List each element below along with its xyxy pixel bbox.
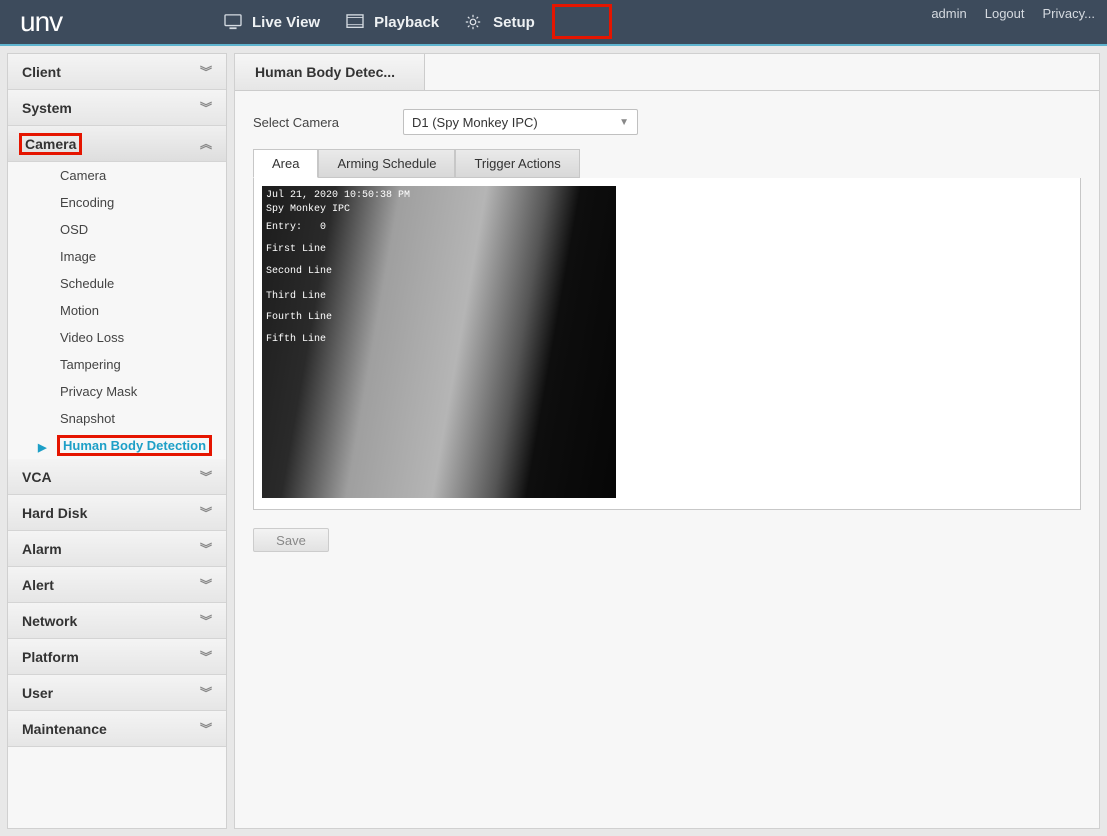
- logo: unv: [0, 6, 200, 38]
- triangle-right-icon: ▶: [38, 441, 46, 454]
- main-nav: Live View Playback Setup: [220, 12, 539, 33]
- main-panel: Human Body Detec... Select Camera D1 (Sp…: [234, 53, 1100, 829]
- sidebar-item-label: Network: [22, 613, 77, 629]
- chevron-down-icon: ︾: [200, 684, 212, 701]
- tab-content-area: Jul 21, 2020 10:50:38 PM Spy Monkey IPC …: [253, 178, 1081, 510]
- gear-icon: [465, 14, 483, 30]
- select-camera-value: D1 (Spy Monkey IPC): [412, 115, 538, 130]
- page-tabs: Human Body Detec...: [235, 54, 1099, 91]
- sidebar-item-alert[interactable]: Alert ︾: [8, 567, 226, 603]
- sub-tampering[interactable]: Tampering: [8, 351, 226, 378]
- link-privacy[interactable]: Privacy...: [1043, 6, 1096, 21]
- page-tab-hbd[interactable]: Human Body Detec...: [235, 54, 425, 90]
- chevron-down-icon: ▼: [619, 117, 629, 128]
- chevron-down-icon: ︾: [200, 576, 212, 593]
- sub-camera[interactable]: Camera: [8, 162, 226, 189]
- sidebar-item-label: Alert: [22, 577, 54, 593]
- chevron-down-icon: ︾: [200, 63, 212, 80]
- sidebar-item-label: Camera: [25, 136, 76, 152]
- chevron-up-icon: ︽: [200, 135, 212, 152]
- sub-encoding[interactable]: Encoding: [8, 189, 226, 216]
- chevron-down-icon: ︾: [200, 540, 212, 557]
- overlay-camera-name: Spy Monkey IPC: [266, 204, 350, 215]
- sidebar-item-system[interactable]: System ︾: [8, 90, 226, 126]
- save-button[interactable]: Save: [253, 528, 329, 552]
- sidebar-item-vca[interactable]: VCA ︾: [8, 459, 226, 495]
- camera-preview[interactable]: Jul 21, 2020 10:50:38 PM Spy Monkey IPC …: [262, 186, 616, 498]
- highlight-hbd: Human Body Detection: [57, 435, 212, 456]
- sub-image[interactable]: Image: [8, 243, 226, 270]
- sidebar-item-label: Platform: [22, 649, 79, 665]
- overlay-line-2: Second Line: [266, 266, 332, 277]
- subtabs: Area Arming Schedule Trigger Actions: [253, 149, 1081, 178]
- chevron-down-icon: ︾: [200, 612, 212, 629]
- sidebar-item-label: User: [22, 685, 53, 701]
- sidebar-item-client[interactable]: Client ︾: [8, 54, 226, 90]
- sidebar-item-label: Client: [22, 64, 61, 80]
- sub-video-loss[interactable]: Video Loss: [8, 324, 226, 351]
- sidebar-item-hard-disk[interactable]: Hard Disk ︾: [8, 495, 226, 531]
- select-camera-label: Select Camera: [253, 115, 403, 130]
- nav-live-view-label: Live View: [252, 14, 320, 31]
- film-icon: [346, 14, 364, 30]
- chevron-down-icon: ︾: [200, 504, 212, 521]
- sidebar-item-label: System: [22, 100, 72, 116]
- highlight-camera: Camera: [19, 133, 82, 155]
- sidebar-item-user[interactable]: User ︾: [8, 675, 226, 711]
- link-logout[interactable]: Logout: [985, 6, 1025, 21]
- nav-playback[interactable]: Playback: [342, 12, 443, 33]
- overlay-entry: Entry: 0: [266, 222, 326, 233]
- chevron-down-icon: ︾: [200, 468, 212, 485]
- sub-osd[interactable]: OSD: [8, 216, 226, 243]
- overlay-line-3: Third Line: [266, 291, 326, 302]
- sidebar-item-network[interactable]: Network ︾: [8, 603, 226, 639]
- top-bar: unv Live View Playback Setup admin Logou…: [0, 0, 1107, 46]
- sidebar: Client ︾ System ︾ Camera ︽ Camera Encodi…: [7, 53, 227, 829]
- sidebar-item-camera[interactable]: Camera ︽: [8, 126, 226, 162]
- sidebar-item-label: Human Body Detection: [63, 438, 206, 453]
- sub-privacy-mask[interactable]: Privacy Mask: [8, 378, 226, 405]
- sidebar-item-label: Alarm: [22, 541, 62, 557]
- sidebar-item-label: Maintenance: [22, 721, 107, 737]
- sub-schedule[interactable]: Schedule: [8, 270, 226, 297]
- sidebar-item-platform[interactable]: Platform ︾: [8, 639, 226, 675]
- select-camera-dropdown[interactable]: D1 (Spy Monkey IPC) ▼: [403, 109, 638, 135]
- monitor-icon: [224, 14, 242, 30]
- chevron-down-icon: ︾: [200, 99, 212, 116]
- sub-human-body-detection[interactable]: ▶ Human Body Detection: [8, 432, 226, 459]
- sidebar-item-maintenance[interactable]: Maintenance ︾: [8, 711, 226, 747]
- tab-trigger-actions[interactable]: Trigger Actions: [455, 149, 579, 178]
- nav-playback-label: Playback: [374, 14, 439, 31]
- overlay-line-1: First Line: [266, 244, 326, 255]
- highlight-setup: [552, 4, 612, 39]
- overlay-line-4: Fourth Line: [266, 312, 332, 323]
- sub-motion[interactable]: Motion: [8, 297, 226, 324]
- overlay-line-5: Fifth Line: [266, 334, 326, 345]
- sub-snapshot[interactable]: Snapshot: [8, 405, 226, 432]
- link-admin[interactable]: admin: [931, 6, 966, 21]
- user-links: admin Logout Privacy...: [931, 6, 1107, 21]
- camera-submenu: Camera Encoding OSD Image Schedule Motio…: [8, 162, 226, 459]
- nav-live-view[interactable]: Live View: [220, 12, 324, 33]
- nav-setup-label: Setup: [493, 14, 535, 31]
- nav-setup[interactable]: Setup: [461, 12, 539, 33]
- overlay-timestamp: Jul 21, 2020 10:50:38 PM: [266, 190, 410, 201]
- chevron-down-icon: ︾: [200, 720, 212, 737]
- sidebar-item-label: Hard Disk: [22, 505, 87, 521]
- tab-arming-schedule[interactable]: Arming Schedule: [318, 149, 455, 178]
- tab-area[interactable]: Area: [253, 149, 318, 178]
- chevron-down-icon: ︾: [200, 648, 212, 665]
- sidebar-item-label: VCA: [22, 469, 52, 485]
- sidebar-item-alarm[interactable]: Alarm ︾: [8, 531, 226, 567]
